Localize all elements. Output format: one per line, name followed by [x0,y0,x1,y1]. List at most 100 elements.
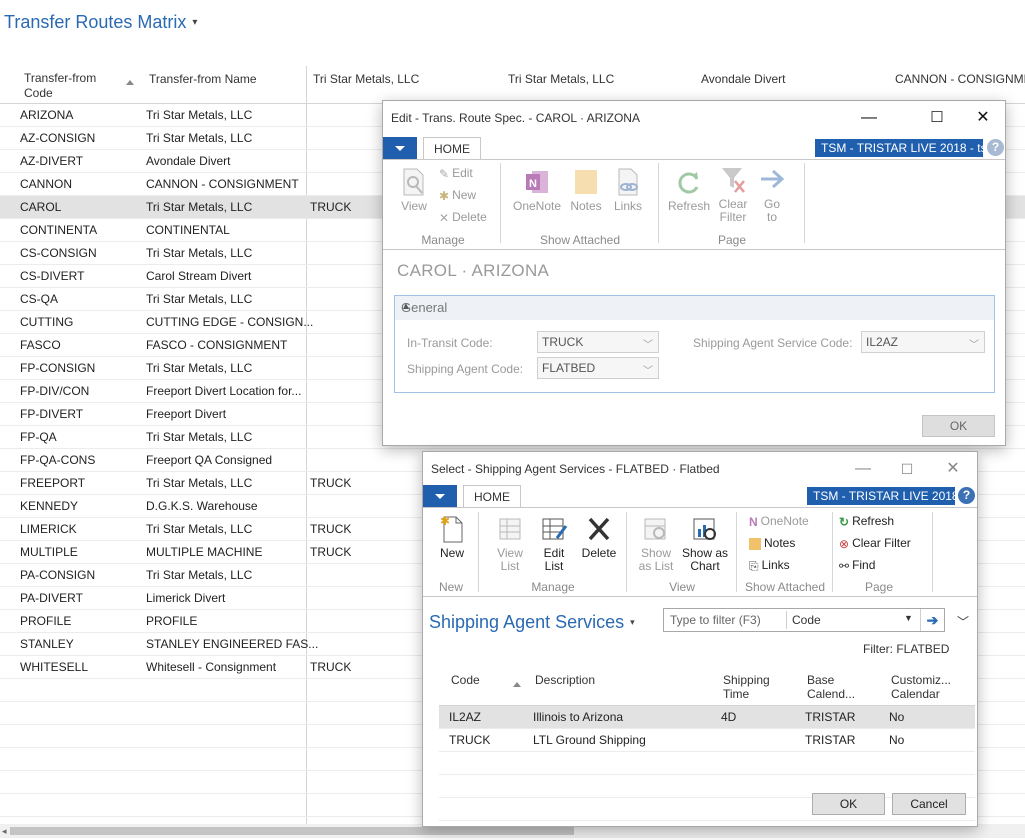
view-list-button[interactable]: View List [491,514,529,573]
minimize-icon[interactable]: — [841,456,885,482]
filter-column-select[interactable]: Code [792,613,821,627]
chevron-down-icon[interactable]: ▾ [192,17,197,28]
cell-code: CS-CONSIGN [20,246,97,260]
matrix-column-header-3[interactable]: Avondale Divert [701,72,786,87]
matrix-column-header-2[interactable]: Tri Star Metals, LLC [508,72,614,87]
ribbon-bottom-divider [383,249,1005,250]
refresh-button[interactable]: ↻ Refresh [839,512,894,530]
show-as-list-icon [644,518,666,540]
view-icon [403,168,424,196]
matrix-column-header-4[interactable]: CANNON - CONSIGNMENT [895,72,1025,87]
cell-name: Tri Star Metals, LLC [146,108,253,122]
in-transit-code-select[interactable]: TRUCK ﹀ [537,331,659,353]
group-label-new: New [438,580,463,594]
tab-home[interactable]: HOME [463,485,521,508]
chevron-down-icon[interactable]: ▾ [630,617,635,627]
goto-button[interactable]: Go to [757,165,787,224]
ribbon-group-view: Show as List Show as Chart View [627,510,737,594]
minimize-icon[interactable]: — [847,105,891,131]
refresh-icon [678,172,699,194]
ribbon-group-manage: View ✎ Edit ✱ New ✕ Delete Manage [383,161,501,247]
column-header-shipping-time[interactable]: Shipping Time [723,673,770,701]
onenote-button[interactable]: N OneNote [511,167,563,213]
edit-list-button[interactable]: Edit List [535,514,573,573]
ribbon-group-manage: View List Edit List Delete Manage [479,510,627,594]
cancel-button[interactable]: Cancel [892,793,966,815]
tab-home[interactable]: HOME [423,137,481,160]
cell-code: FP-DIV/CON [20,384,90,398]
shipping-agent-code-select[interactable]: FLATBED ﹀ [537,357,659,379]
help-icon[interactable]: ? [987,139,1004,156]
select-dialog: Select - Shipping Agent Services - FLATB… [422,451,978,827]
in-transit-code-value: TRUCK [542,335,584,349]
delete-button[interactable]: Delete [579,514,619,560]
notes-button[interactable]: Notes [567,167,605,213]
scroll-left-icon[interactable]: ◂ [2,826,7,837]
file-menu-button[interactable] [383,137,417,159]
shipping-agent-service-code-select[interactable]: IL2AZ ﹀ [861,331,985,353]
links-button[interactable]: Links [609,167,647,213]
show-as-chart-button[interactable]: Show as Chart [681,514,729,573]
column-header-name[interactable]: Transfer-from Name [149,72,257,87]
close-icon[interactable]: ✕ [931,456,975,482]
column-header-customized-calendar[interactable]: Customiz... Calendar [891,673,951,701]
filter-box: Type to filter (F3) Code ▼ ➔ [663,608,945,632]
edit-button[interactable]: ✎ Edit [439,164,473,182]
table-row[interactable]: IL2AZ Illinois to Arizona 4D TRISTAR No [439,706,975,729]
edit-dialog: Edit - Trans. Route Spec. - CAROL · ARIZ… [382,100,1006,446]
refresh-button[interactable]: Refresh [667,167,711,213]
collapse-chevron-icon[interactable]: ﹀ [957,613,969,630]
cell-name: Tri Star Metals, LLC [146,246,253,260]
cell-name: Carol Stream Divert [146,269,252,283]
new-button[interactable]: ✱ New [439,186,476,204]
cell-code: TRUCK [449,733,491,747]
column-header-code[interactable]: Transfer-from Code [24,71,96,101]
edit-ok-button[interactable]: OK [922,415,995,437]
select-ok-button[interactable]: OK [812,793,885,815]
new-button[interactable]: ✱ New [435,514,469,560]
list-title[interactable]: Shipping Agent Services ▾ [429,612,635,633]
apply-filter-arrow-icon[interactable]: ➔ [920,609,944,631]
clear-filter-button[interactable]: ⊗ Clear Filter [839,534,911,552]
new-label: New [439,546,464,560]
chevron-up-icon[interactable]: ▲ [401,301,986,312]
fasttab-header[interactable]: General ▲ [395,296,994,320]
cell-code: CONTINENTA [20,223,98,237]
clear-filter-button[interactable]: Clear Filter [713,165,753,224]
page-title[interactable]: Transfer Routes Matrix ▾ [4,12,197,33]
matrix-column-header-1[interactable]: Tri Star Metals, LLC [313,72,419,87]
group-label-page: Page [717,233,747,247]
delete-button[interactable]: ✕ Delete [439,208,487,226]
help-icon[interactable]: ? [958,487,975,504]
filter-separator [786,611,787,629]
chevron-down-icon[interactable]: ▼ [904,613,913,623]
close-icon[interactable]: ✕ [961,105,1005,131]
show-as-list-label-1: Show [640,546,672,560]
view-button[interactable]: View [395,167,433,213]
group-label-view: View [669,580,695,594]
cell-matrix-1: TRUCK [310,200,352,214]
edit-list-icon [542,518,568,540]
notes-button[interactable]: Notes [749,534,795,552]
column-header-code[interactable]: Code [451,673,480,687]
show-as-list-button[interactable]: Show as List [635,514,677,573]
column-header-base-calendar[interactable]: Base Calend... [807,673,855,701]
find-button[interactable]: ⚯ Find [839,556,875,574]
links-button[interactable]: ⎘ Links [749,556,790,574]
table-row[interactable]: TRUCK LTL Ground Shipping TRISTAR No [439,729,975,752]
links-icon [618,168,638,196]
scrollbar-thumb[interactable] [10,827,574,835]
onenote-label: OneNote [760,514,809,528]
cell-name: Tri Star Metals, LLC [146,200,253,214]
file-menu-button[interactable] [423,485,457,507]
maximize-icon[interactable]: ☐ [885,456,929,482]
maximize-icon[interactable]: ☐ [915,105,959,131]
cell-code: ARIZONA [20,108,74,122]
clear-filter-label-1: Clear [718,197,748,211]
onenote-button[interactable]: N OneNote [749,512,809,530]
delete-label: Delete [581,546,617,560]
services-table-header: Code Description Shipping Time Base Cale… [423,666,979,706]
clear-filter-icon [722,168,745,193]
filter-input[interactable]: Type to filter (F3) [670,613,761,627]
column-header-description[interactable]: Description [535,673,595,687]
